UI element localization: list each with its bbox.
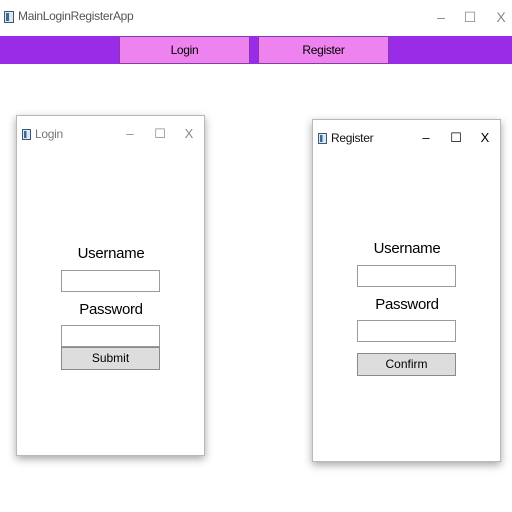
- maximize-button[interactable]: ☐: [459, 6, 481, 28]
- login-password-field[interactable]: [61, 325, 160, 347]
- window-icon: [318, 133, 327, 144]
- login-maximize-button[interactable]: ☐: [150, 124, 170, 144]
- register-maximize-button[interactable]: ☐: [446, 128, 466, 148]
- nav-bar: Login Register: [0, 36, 512, 64]
- app-title-bar: MainLoginRegisterApp – ☐ X: [0, 0, 512, 34]
- login-username-field[interactable]: [61, 270, 160, 292]
- register-password-label: Password: [375, 296, 439, 313]
- register-minimize-button[interactable]: –: [416, 128, 436, 148]
- minimize-button[interactable]: –: [430, 6, 452, 28]
- register-username-label: Username: [373, 240, 441, 257]
- login-window-title: Login: [35, 127, 63, 141]
- close-button[interactable]: X: [490, 6, 512, 28]
- register-username-field[interactable]: [357, 265, 456, 287]
- confirm-button[interactable]: Confirm: [357, 353, 456, 376]
- app-window-icon: [4, 11, 14, 23]
- register-window: Register – ☐ X Username Password Confirm: [312, 119, 501, 462]
- login-minimize-button[interactable]: –: [120, 124, 140, 144]
- register-nav-button[interactable]: Register: [258, 36, 389, 64]
- login-password-label: Password: [79, 301, 143, 318]
- submit-button[interactable]: Submit: [61, 347, 160, 370]
- register-password-field[interactable]: [357, 320, 456, 342]
- register-close-button[interactable]: X: [475, 128, 495, 148]
- window-icon: [22, 129, 31, 140]
- app-title: MainLoginRegisterApp: [18, 9, 134, 23]
- register-window-title: Register: [331, 131, 374, 145]
- login-nav-button[interactable]: Login: [119, 36, 250, 64]
- login-window: Login – ☐ X Username Password Submit: [16, 115, 205, 456]
- login-close-button[interactable]: X: [179, 124, 199, 144]
- login-username-label: Username: [77, 245, 145, 262]
